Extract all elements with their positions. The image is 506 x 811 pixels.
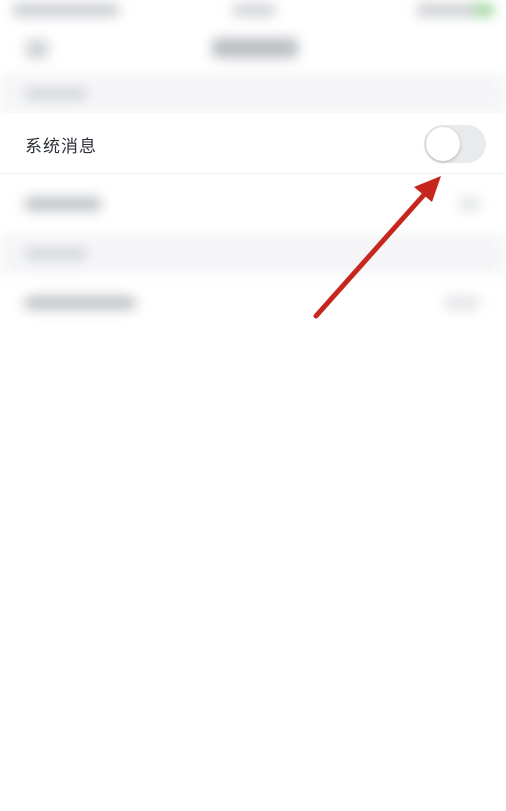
system-message-label: 系统消息 xyxy=(25,137,97,157)
settings-row-value xyxy=(444,296,480,310)
status-bar xyxy=(0,0,506,24)
section-header-label xyxy=(24,88,88,100)
status-time xyxy=(232,4,276,16)
page-title xyxy=(212,38,298,58)
settings-screen: 系统消息 xyxy=(0,0,506,811)
battery-icon xyxy=(474,4,494,16)
toggle-knob xyxy=(426,127,460,161)
section-header-label xyxy=(24,248,88,260)
settings-row-control[interactable] xyxy=(458,197,480,211)
settings-row-label xyxy=(24,296,136,310)
section-header xyxy=(0,234,506,274)
settings-row[interactable] xyxy=(0,274,506,334)
back-button[interactable] xyxy=(26,40,48,58)
settings-row-label xyxy=(24,197,102,211)
nav-bar xyxy=(0,24,506,74)
section-header xyxy=(0,74,506,114)
system-message-toggle[interactable] xyxy=(424,125,486,163)
status-carrier xyxy=(12,4,120,16)
settings-row[interactable] xyxy=(0,174,506,234)
